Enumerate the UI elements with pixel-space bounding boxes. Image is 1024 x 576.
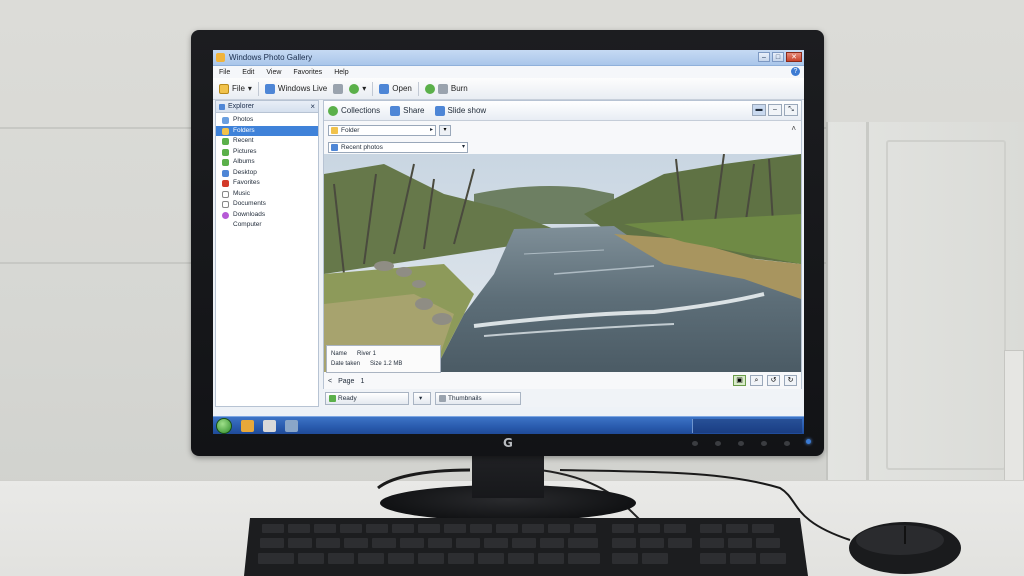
keyboard	[244, 518, 808, 576]
mouse	[849, 522, 961, 574]
peripherals	[244, 518, 961, 576]
